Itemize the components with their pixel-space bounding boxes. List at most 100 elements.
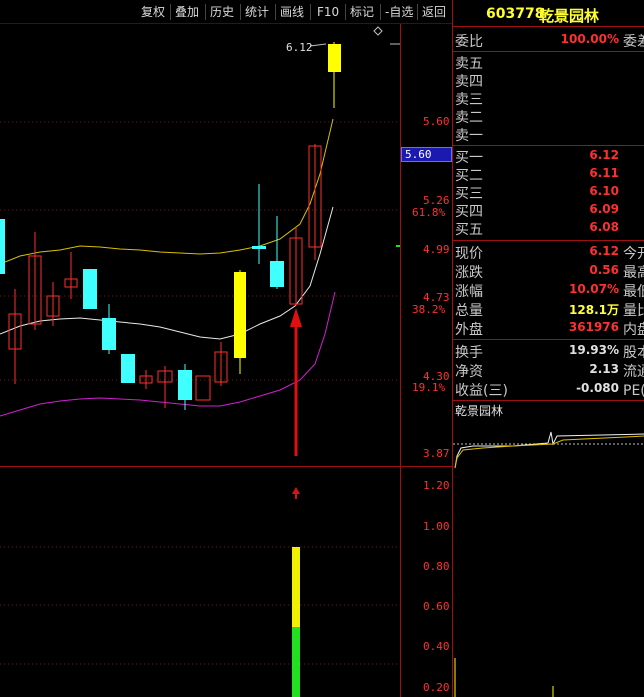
kline-svg xyxy=(0,26,400,697)
stat-value: 361976 xyxy=(568,320,619,334)
bid-row[interactable]: 买五 6.08 xyxy=(453,218,644,238)
stat-label: 收益(三) xyxy=(455,383,508,399)
bid-price: 6.11 xyxy=(589,166,619,180)
ask-row[interactable]: 卖一 xyxy=(453,124,644,144)
stat-label2: 流通 xyxy=(623,364,644,380)
stat-value: 128.1万 xyxy=(569,303,619,317)
panel-divider xyxy=(453,339,644,340)
statistics-button[interactable]: 统计 xyxy=(243,3,271,21)
fib-tick: 61.8% xyxy=(412,206,446,219)
stat-label2: 今开 xyxy=(623,246,644,262)
toolbar-separator xyxy=(380,4,381,20)
draw-line-button[interactable]: 画线 xyxy=(278,3,306,21)
subchart-divider xyxy=(0,466,452,467)
current-price-tag: 5.60 xyxy=(401,147,452,162)
toolbar-separator xyxy=(345,4,346,20)
toolbar-separator xyxy=(240,4,241,20)
stat-label2: 最高 xyxy=(623,265,644,281)
back-button[interactable]: 返回 xyxy=(420,3,448,21)
panel-divider xyxy=(453,240,644,241)
stat-label: 净资 xyxy=(455,364,483,380)
stat-row: 外盘 361976 内盘 xyxy=(453,318,644,338)
stock-code: 603778 xyxy=(486,6,545,22)
indicator-tick: 0.80 xyxy=(423,560,450,573)
toolbar-separator xyxy=(275,4,276,20)
stat-label: 涨幅 xyxy=(455,284,483,300)
stat-row: 换手 19.93% 股本 xyxy=(453,341,644,361)
stat-value: 10.07% xyxy=(569,282,619,296)
indicator-tick: 1.00 xyxy=(423,520,450,533)
stat-label: 换手 xyxy=(455,345,483,361)
stat-label: 涨跌 xyxy=(455,265,483,281)
ask-row[interactable]: 卖四 xyxy=(453,70,644,90)
ask-row[interactable]: 卖三 xyxy=(453,88,644,108)
fib-tick: 19.1% xyxy=(412,381,446,394)
price-tick: 5.60 xyxy=(423,115,450,128)
webi-value: 100.00% xyxy=(560,32,619,46)
stat-label2: 股本 xyxy=(623,345,644,361)
bid-price: 6.10 xyxy=(589,184,619,198)
bid-label: 买五 xyxy=(455,222,483,238)
toolbar-separator xyxy=(417,4,418,20)
stat-row: 收益(三) -0.080 PE(动) xyxy=(453,379,644,399)
stock-name: 乾景园林 xyxy=(539,7,600,25)
stat-label: 总量 xyxy=(455,303,483,319)
stat-row: 净资 2.13 流通 xyxy=(453,360,644,380)
webi-row: 委比 100.00% 委差 xyxy=(453,30,644,50)
stat-label2: 内盘 xyxy=(623,322,644,338)
toolbar-separator xyxy=(170,4,171,20)
history-button[interactable]: 历史 xyxy=(208,3,236,21)
remove-watchlist-button[interactable]: -自选 xyxy=(383,3,415,21)
indicator-tick: 1.20 xyxy=(423,479,450,492)
stat-value: 2.13 xyxy=(589,362,619,376)
stat-value: -0.080 xyxy=(576,381,619,395)
bid-price: 6.08 xyxy=(589,220,619,234)
stat-label: 外盘 xyxy=(455,322,483,338)
stat-row: 现价 6.12 今开 xyxy=(453,242,644,262)
bid-row[interactable]: 买四 6.09 xyxy=(453,200,644,220)
ma-yellow-line xyxy=(0,118,334,265)
intraday-title: 乾景园林 xyxy=(455,404,504,418)
bid-row[interactable]: 买三 6.10 xyxy=(453,182,644,202)
toolbar-separator xyxy=(205,4,206,20)
stat-row: 总量 128.1万量比 xyxy=(453,299,644,319)
kline-chart[interactable]: 6.12 5.60 5.26 61.8% 4.99 4.73 38.2% 4.3… xyxy=(0,24,452,697)
price-tick: 4.99 xyxy=(423,243,450,256)
bid-row[interactable]: 买一 6.12 xyxy=(453,146,644,166)
stat-value: 0.56 xyxy=(589,263,619,277)
indicator-tick: 0.40 xyxy=(423,640,450,653)
mark-button[interactable]: 标记 xyxy=(348,3,376,21)
bid-price: 6.09 xyxy=(589,202,619,216)
stat-label2: PE(动) xyxy=(623,383,644,399)
indicator-bar-yellow xyxy=(292,547,300,627)
fib-tick: 38.2% xyxy=(412,303,446,316)
stat-value: 19.93% xyxy=(569,343,619,357)
bid-price: 6.12 xyxy=(589,148,619,162)
high-price-marker: 6.12 xyxy=(286,41,313,54)
toolbar-separator xyxy=(310,4,311,20)
overlay-button[interactable]: 叠加 xyxy=(173,3,201,21)
ask-row[interactable]: 卖二 xyxy=(453,106,644,126)
quote-panel: 603778 乾景园林 委比 100.00% 委差 卖五 卖四 卖三 卖二 卖一… xyxy=(452,0,644,697)
candles xyxy=(0,42,341,410)
indicator-tick: 0.60 xyxy=(423,600,450,613)
bid-row[interactable]: 买二 6.11 xyxy=(453,164,644,184)
stat-label2: 最低 xyxy=(623,284,644,300)
stat-row: 涨幅 10.07% 最低 xyxy=(453,280,644,300)
price-tick: 3.87 xyxy=(423,447,450,460)
intraday-chart[interactable] xyxy=(453,418,644,697)
indicator-tick: 0.20 xyxy=(423,681,450,694)
f10-button[interactable]: F10 xyxy=(315,3,341,21)
stat-value: 6.12 xyxy=(589,244,619,258)
webi-diff-label: 委差 xyxy=(623,34,644,50)
webi-label: 委比 xyxy=(455,34,483,50)
ask-row[interactable]: 卖五 xyxy=(453,52,644,72)
price-axis-border xyxy=(400,24,401,697)
stock-header: 603778 乾景园林 xyxy=(453,0,644,27)
indicator-bar-green xyxy=(292,627,300,697)
ma-magenta-line xyxy=(0,291,336,417)
restore-rights-button[interactable]: 复权 xyxy=(139,3,167,21)
stat-row: 涨跌 0.56 最高 xyxy=(453,261,644,281)
stat-label2: 量比 xyxy=(623,303,644,319)
stat-label: 现价 xyxy=(455,246,483,262)
